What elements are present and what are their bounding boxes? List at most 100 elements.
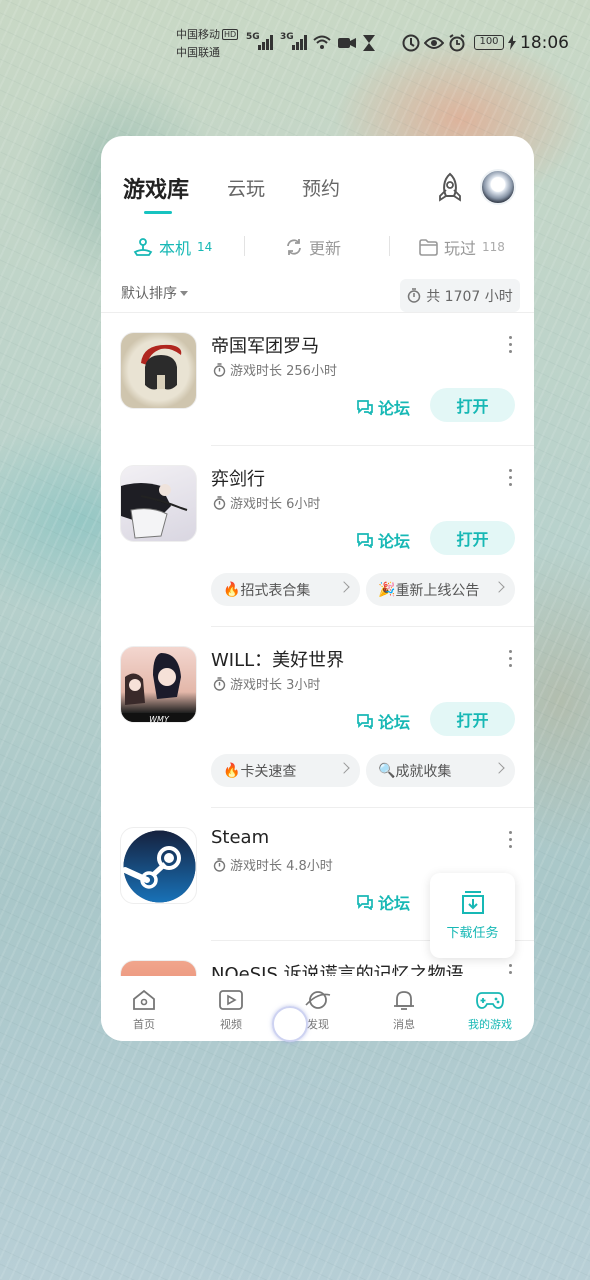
topic-chip-label: 卡关速查 (240, 763, 297, 780)
joystick-icon (133, 238, 153, 256)
nav-home-label: 首页 (133, 1018, 155, 1031)
bell-icon (394, 991, 414, 1010)
subtab-local[interactable]: 本机 14 (133, 235, 212, 259)
open-button[interactable]: 打开 (430, 388, 515, 422)
game-playtime: 游戏时长 6小时 (213, 493, 320, 512)
subtab-played-label: 玩过 (444, 239, 477, 258)
chevron-right-icon (493, 581, 505, 593)
alarm-icon (449, 34, 465, 52)
sort-label: 默认排序 (121, 286, 177, 302)
divider (211, 807, 534, 808)
game-icon-will: WMY (120, 646, 197, 723)
forum-button-label: 论坛 (378, 713, 411, 732)
steam-logo-icon (122, 830, 196, 903)
subtabs: 本机 14 更新 玩过 118 (101, 228, 534, 266)
wifi-icon (313, 35, 331, 49)
divider (211, 445, 534, 446)
nav-home[interactable]: 首页 (104, 988, 184, 1032)
carrier-2: 中国联通 (176, 46, 220, 59)
topic-chip[interactable]: 🔥 卡关速查 (211, 754, 360, 787)
forum-button[interactable]: 论坛 (356, 392, 410, 422)
tab-game-library[interactable]: 游戏库 (123, 172, 189, 204)
topic-chip[interactable]: 🔥 招式表合集 (211, 573, 360, 606)
more-options-icon[interactable] (505, 831, 515, 849)
chat-icon (357, 895, 373, 910)
carrier-info: 中国移动 HD 中国联通 (176, 26, 239, 62)
subtab-update[interactable]: 更新 (285, 235, 341, 259)
stopwatch-icon (213, 362, 226, 377)
caret-down-icon (180, 291, 188, 296)
forum-button-label: 论坛 (378, 894, 411, 913)
chevron-right-icon (338, 581, 350, 593)
subtab-played-count: 118 (482, 240, 505, 254)
game-playtime-text: 游戏时长 256小时 (230, 364, 337, 379)
stopwatch-icon (213, 676, 226, 691)
tab-reservation[interactable]: 预约 (302, 174, 340, 201)
bottom-nav: 首页 视频 发现 消息 我的游戏 (101, 976, 534, 1041)
game-playtime-text: 游戏时长 6小时 (230, 497, 321, 512)
subtab-played[interactable]: 玩过 118 (419, 235, 505, 259)
forum-button[interactable]: 论坛 (356, 887, 410, 917)
chevron-right-icon (493, 762, 505, 774)
forum-button[interactable]: 论坛 (356, 706, 410, 736)
tab-cloud-play[interactable]: 云玩 (227, 174, 265, 201)
sort-dropdown[interactable]: 默认排序 (121, 283, 188, 303)
subtab-divider (244, 236, 245, 256)
topic-chip[interactable]: 🎉 重新上线公告 (366, 573, 515, 606)
game-playtime: 游戏时长 3小时 (213, 674, 320, 693)
chat-icon (357, 533, 373, 548)
nav-messages[interactable]: 消息 (364, 988, 444, 1032)
download-task-button[interactable]: 下载任务 (430, 873, 515, 958)
nav-messages-label: 消息 (393, 1018, 415, 1031)
anime-characters-illustration: WMY (121, 653, 196, 722)
carrier-1: 中国移动 (176, 28, 220, 41)
game-playtime: 游戏时长 256小时 (213, 360, 337, 379)
divider (211, 626, 534, 627)
forum-button-label: 论坛 (378, 399, 411, 418)
video-icon (219, 990, 243, 1010)
gamepad-icon (476, 992, 504, 1009)
open-button[interactable]: 打开 (430, 521, 515, 555)
fire-icon: 🔥 (223, 581, 241, 598)
rocket-icon[interactable] (435, 172, 465, 204)
more-options-icon[interactable] (505, 469, 515, 487)
active-tab-indicator (144, 211, 172, 214)
topic-chip-label: 招式表合集 (240, 582, 311, 599)
swordsman-illustration (121, 483, 188, 539)
subtab-local-count: 14 (197, 240, 213, 254)
subtab-update-label: 更新 (309, 239, 342, 258)
forum-button[interactable]: 论坛 (356, 525, 410, 555)
folder-icon (419, 238, 438, 256)
topic-chip-label: 成就收集 (395, 763, 452, 780)
topic-chip[interactable]: 🔍 成就收集 (366, 754, 515, 787)
forum-button-label: 论坛 (378, 532, 411, 551)
nav-my-games[interactable]: 我的游戏 (450, 988, 530, 1032)
topic-chip-label: 重新上线公告 (395, 582, 480, 599)
avatar[interactable] (480, 169, 516, 205)
chat-icon (357, 400, 373, 415)
game-icon-empire-rome (120, 332, 197, 409)
stopwatch-icon (213, 495, 226, 510)
nav-video[interactable]: 视频 (191, 988, 271, 1032)
more-options-icon[interactable] (505, 650, 515, 668)
game-name: 帝国军团罗马 (211, 336, 319, 357)
charging-icon (508, 35, 516, 50)
header-tabs: 游戏库 云玩 预约 (101, 136, 534, 226)
open-button[interactable]: 打开 (430, 702, 515, 736)
game-playtime-text: 游戏时长 4.8小时 (230, 859, 333, 874)
helmet-icon (141, 344, 182, 390)
magnifier-icon: 🔍 (378, 762, 396, 779)
hd-badge: HD (222, 29, 239, 40)
touch-indicator (272, 1006, 308, 1042)
divider (101, 312, 534, 313)
download-task-label: 下载任务 (446, 926, 499, 941)
total-playtime: 共 1707 小时 (400, 279, 520, 312)
game-name: Steam (211, 827, 270, 848)
game-library-card: 游戏库 云玩 预约 本机 14 更新 玩过 118 默认排序 共 1707 小时… (101, 136, 534, 1041)
data-saver-icon (402, 34, 420, 52)
more-options-icon[interactable] (505, 336, 515, 354)
game-playtime-text: 游戏时长 3小时 (230, 678, 321, 693)
signal-icon (258, 34, 276, 50)
hourglass-icon (363, 35, 375, 51)
home-icon (133, 989, 155, 1010)
